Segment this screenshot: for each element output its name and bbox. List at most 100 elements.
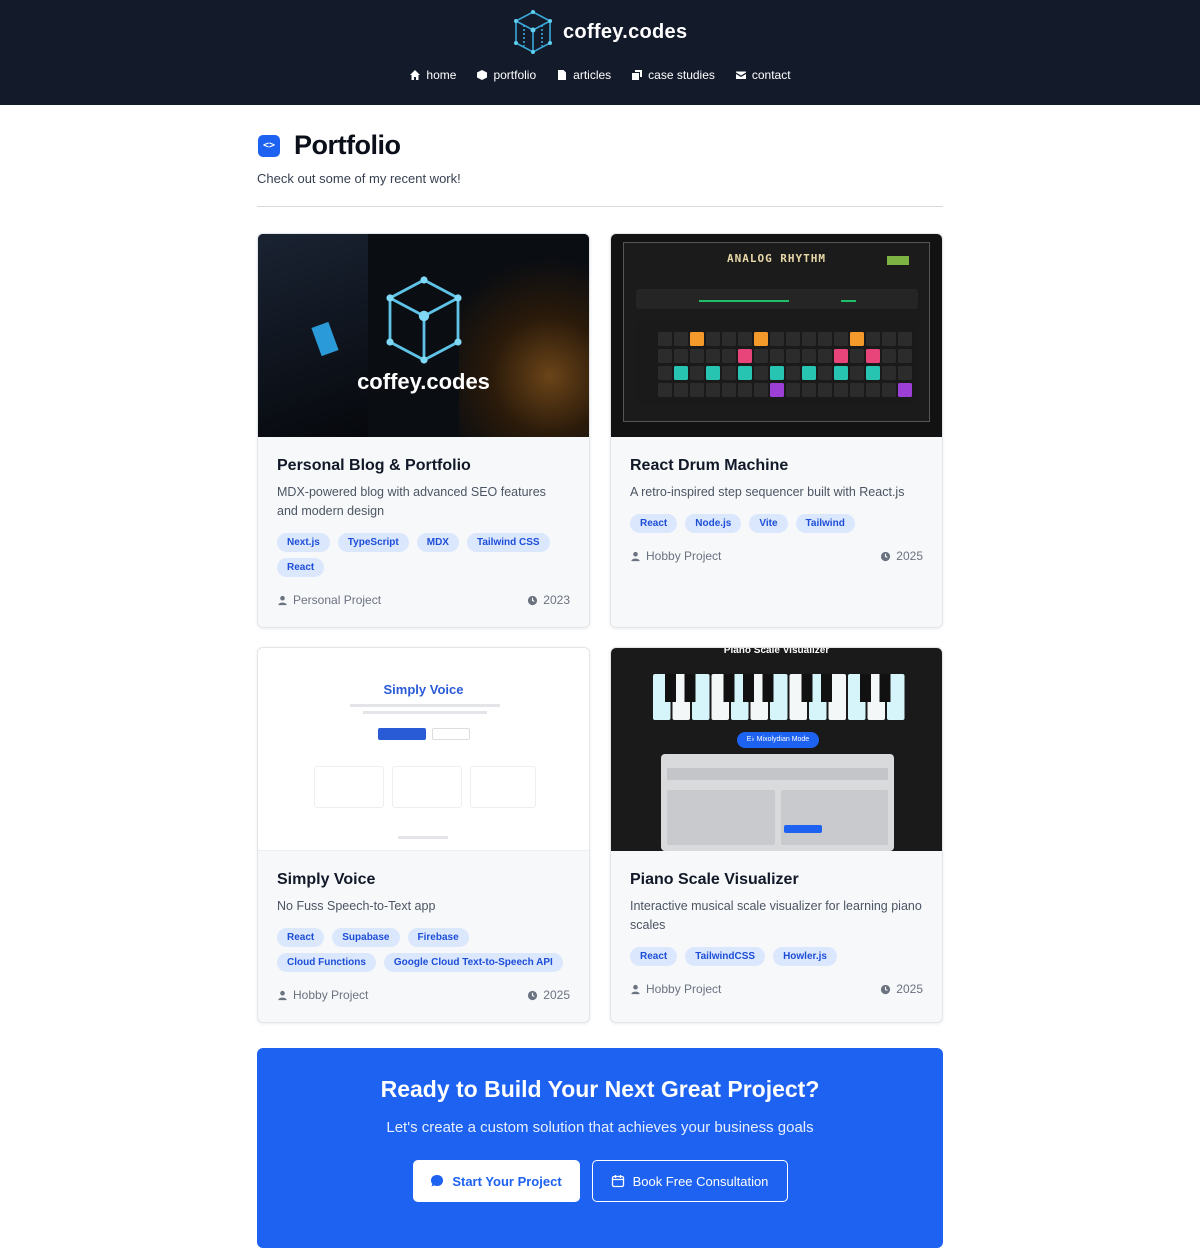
step-pad [818, 383, 832, 397]
project-year: 2025 [896, 549, 923, 563]
step-pad [754, 366, 768, 380]
tag: Next.js [277, 533, 330, 552]
cta-buttons: Start Your Project Book Free Consultatio… [257, 1160, 943, 1202]
chat-bubble-icon [431, 1175, 444, 1187]
step-pad [658, 349, 672, 363]
step-pad [802, 349, 816, 363]
project-description: Interactive musical scale visualizer for… [630, 899, 922, 932]
nav-contact[interactable]: contact [735, 68, 791, 82]
step-pad [786, 366, 800, 380]
tag: MDX [416, 533, 459, 552]
piano-black-key [723, 674, 735, 702]
project-description: A retro-inspired step sequencer built wi… [630, 485, 905, 499]
step-pad [898, 383, 912, 397]
project-thumbnail: ANALOG RHYTHM [611, 234, 942, 437]
step-pad [866, 332, 880, 346]
step-pad [658, 332, 672, 346]
tag: React [630, 947, 678, 966]
project-type: Personal Project [293, 593, 382, 607]
piano-black-key [879, 674, 891, 702]
nav-articles[interactable]: articles [556, 68, 611, 82]
step-pad [898, 366, 912, 380]
logo-cube-icon [386, 276, 462, 364]
step-pad [866, 349, 880, 363]
nav-case-studies[interactable]: case studies [631, 68, 715, 82]
project-title: Personal Blog & Portfolio [277, 457, 471, 474]
step-pad [674, 349, 688, 363]
project-card-personal-blog[interactable]: coffey.codes Personal Blog & Portfolio M… [257, 233, 590, 628]
step-pad [738, 366, 752, 380]
step-pad [786, 349, 800, 363]
step-pad [706, 366, 720, 380]
piano-black-key [665, 674, 676, 702]
step-pad [690, 349, 704, 363]
step-pad [674, 366, 688, 380]
tag: Supabase [332, 928, 400, 947]
nav-home[interactable]: home [409, 68, 456, 82]
step-pad [866, 366, 880, 380]
step-pad [882, 383, 896, 397]
project-card-simply-voice[interactable]: Simply Voice Simply Voice No Fuss Speech… [257, 647, 590, 1023]
clock-icon [528, 990, 538, 1000]
step-pad [738, 332, 752, 346]
step-pad [722, 366, 736, 380]
step-pad [690, 366, 704, 380]
page-subtitle: Check out some of my recent work! [257, 171, 461, 186]
project-type: Hobby Project [293, 988, 369, 1002]
step-pad [722, 332, 736, 346]
step-grid [636, 322, 918, 404]
tag: Firebase [407, 928, 469, 947]
project-type: Hobby Project [646, 549, 722, 563]
start-project-label: Start Your Project [452, 1173, 562, 1189]
tag: React [277, 928, 325, 947]
project-card-piano-visualizer[interactable]: Piano Scale Visualizer E♭ Mixolydian Mod… [610, 647, 943, 1023]
step-pad [738, 383, 752, 397]
book-consultation-button[interactable]: Book Free Consultation [591, 1160, 788, 1202]
tag-list: Next.js TypeScript MDX Tailwind CSS Reac… [277, 533, 570, 577]
mode-pill: E♭ Mixolydian Mode [737, 732, 819, 748]
cta-banner: Ready to Build Your Next Great Project? … [257, 1048, 943, 1248]
tag: TypeScript [337, 533, 409, 552]
project-type: Hobby Project [646, 982, 722, 996]
piano-black-key [860, 674, 871, 702]
step-pad [834, 383, 848, 397]
user-icon [631, 984, 640, 994]
start-project-button[interactable]: Start Your Project [412, 1160, 580, 1202]
thumbnail-brand-text: coffey.codes [357, 369, 490, 394]
step-pad [882, 366, 896, 380]
project-description: No Fuss Speech-to-Text app [277, 899, 436, 913]
home-icon [410, 70, 421, 80]
project-thumbnail: coffey.codes [258, 234, 589, 437]
step-pad [706, 332, 720, 346]
divider [257, 206, 943, 207]
step-pad [802, 332, 816, 346]
tag: Google Cloud Text-to-Speech API [383, 953, 563, 972]
step-pad [706, 383, 720, 397]
project-year: 2025 [896, 982, 923, 996]
project-card-drum-machine[interactable]: ANALOG RHYTHM React Drum Machine A retro… [610, 233, 943, 628]
nav-portfolio[interactable]: portfolio [476, 68, 536, 82]
project-title: Simply Voice [277, 871, 376, 888]
envelope-icon [735, 71, 746, 79]
step-pad [882, 332, 896, 346]
piano-black-key [762, 674, 774, 702]
step-pad [818, 332, 832, 346]
step-pad [706, 349, 720, 363]
user-icon [631, 551, 640, 561]
cta-title: Ready to Build Your Next Great Project? [380, 1076, 820, 1102]
tag: TailwindCSS [685, 947, 766, 966]
step-pad [738, 349, 752, 363]
page-title-row: <> Portfolio [258, 130, 401, 161]
step-pad [866, 383, 880, 397]
step-pad [770, 366, 784, 380]
step-pad [754, 349, 768, 363]
thumbnail-title-text: Piano Scale Visualizer [723, 648, 830, 656]
tag: Node.js [685, 514, 742, 533]
nav-case-studies-label: case studies [648, 68, 715, 82]
tag: Vite [749, 514, 788, 533]
step-pad [898, 349, 912, 363]
step-pad [770, 332, 784, 346]
brand-name: coffey.codes [563, 20, 688, 43]
document-icon [558, 70, 567, 80]
brand-logo[interactable]: coffey.codes [513, 10, 687, 54]
